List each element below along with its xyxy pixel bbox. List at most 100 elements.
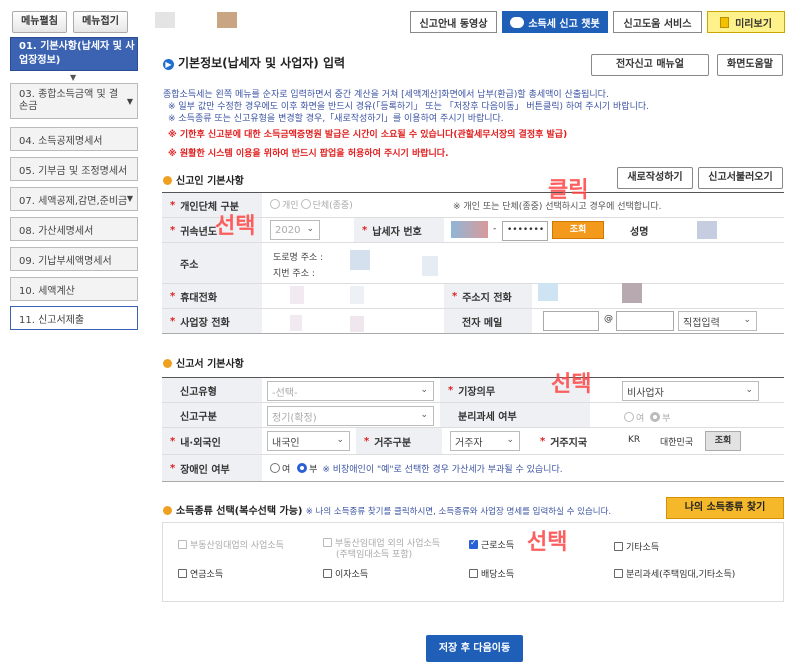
sidebar-item-deduction[interactable]: 04. 소득공제명세서: [10, 127, 138, 151]
year-select[interactable]: 2020 ⌄: [270, 220, 320, 240]
manual-button[interactable]: 전자신고 매뉴얼: [591, 54, 709, 76]
road-address: 도로명 주소 :: [273, 253, 324, 263]
blurred-image: [155, 12, 175, 28]
option-label: 기타소득: [626, 543, 660, 553]
residence-select[interactable]: 거주자 ⌄: [450, 431, 520, 451]
new-write-button[interactable]: 새로작성하기: [617, 167, 693, 189]
section-title-text: 소득종류 선택(복수선택 가능): [176, 506, 303, 517]
email-domain-input[interactable]: [616, 311, 674, 331]
label-text: 전자 메일: [462, 317, 503, 329]
annotation-select: 선택: [551, 372, 592, 397]
chevron-down-icon: ⌄: [306, 224, 314, 234]
sidebar-item-prepaid[interactable]: 09. 기납부세액명세서: [10, 247, 138, 271]
checkbox[interactable]: [178, 569, 187, 578]
region-code: KR: [628, 435, 641, 445]
email-id-input[interactable]: [543, 311, 599, 331]
option-label: 이자소득: [335, 570, 369, 580]
label-text: 성명: [630, 226, 649, 238]
menu-collapse-button[interactable]: 메뉴접기: [73, 11, 128, 33]
label-text: 기장의무: [458, 386, 496, 398]
label-text: 내·외국인: [180, 437, 221, 449]
screen-help-button[interactable]: 화면도움말: [717, 54, 783, 76]
blurred-address: [422, 256, 438, 276]
option-dividend[interactable]: 배당소득: [469, 567, 514, 580]
type-radio-group[interactable]: 개인 단체(종중): [270, 198, 353, 211]
find-income-type-button[interactable]: 나의 소득종류 찾기: [666, 497, 784, 519]
save-next-button[interactable]: 저장 후 다음이동: [426, 635, 523, 662]
bookkeeping-value: 비사업자: [627, 387, 664, 399]
video-guide-button[interactable]: 신고안내 동영상: [410, 11, 497, 33]
report-type-value: -선택-: [272, 387, 298, 399]
report-type-select[interactable]: -선택- ⌄: [267, 381, 434, 401]
help-service-button[interactable]: 신고도움 서비스: [613, 11, 702, 33]
radio-label: 부: [309, 465, 318, 475]
biz-phone-label: * 사업장 전화: [162, 309, 262, 333]
section-title-income: 소득종류 선택(복수선택 가능) ※ 나의 소득종류 찾기를 클릭하시면, 소득…: [163, 502, 611, 517]
separate-tax-radio-group[interactable]: 여 부: [624, 411, 670, 424]
year-value: 2020: [275, 224, 301, 236]
chatbot-button[interactable]: 소득세 신고 챗봇: [502, 11, 608, 33]
checkbox[interactable]: [614, 542, 623, 551]
option-interest[interactable]: 이자소득: [323, 567, 368, 580]
option-other[interactable]: 기타소득: [614, 540, 659, 553]
annotation-select: 선택: [527, 530, 568, 555]
radio-group[interactable]: [300, 199, 311, 209]
blurred-field: [622, 283, 642, 303]
email-domain-value: 직접입력: [683, 317, 720, 329]
sidebar-item-label: 10. 세액계산: [19, 285, 75, 297]
blurred-address: [350, 250, 370, 270]
radio-label: 개인: [282, 201, 299, 211]
nationality-select[interactable]: 내국인 ⌄: [267, 431, 350, 451]
sidebar-item-donation[interactable]: 05. 기부금 및 조정명세서: [10, 157, 138, 181]
option-wage[interactable]: 근로소득: [469, 538, 514, 551]
checkbox[interactable]: [323, 569, 332, 578]
lookup-button[interactable]: 조회: [552, 221, 604, 239]
disabled-radio-group[interactable]: 여 부 ※ 비장애인이 "예"로 선택한 경우 가산세가 부과될 수 있습니다.: [270, 462, 563, 475]
checkbox-checked[interactable]: [469, 538, 478, 549]
sidebar-item-tax-calc[interactable]: 10. 세액계산: [10, 277, 138, 301]
checkbox[interactable]: [323, 538, 332, 547]
option-separate[interactable]: 분리과세(주택임대,기타소득): [614, 567, 735, 580]
load-report-button[interactable]: 신고서불러오기: [698, 167, 783, 189]
radio-personal[interactable]: [270, 199, 280, 209]
option-other-biz[interactable]: 부동산임대업 외의 사업소득 (주택임대소득 포함): [323, 538, 440, 561]
address-label: 주소: [162, 243, 262, 283]
bookkeeping-select[interactable]: 비사업자 ⌄: [622, 381, 759, 401]
chevron-down-icon: ⌄: [745, 385, 753, 395]
sidebar-item-basic-info[interactable]: 01. 기본사항(납세자 및 사업장정보): [10, 37, 138, 71]
label-text: 납세자 번호: [372, 226, 422, 238]
radio-no[interactable]: [297, 463, 308, 473]
section-title-text: 신고인 기본사항: [176, 176, 244, 187]
email-domain-select[interactable]: 직접입력 ⌄: [678, 311, 757, 331]
menu-expand-button[interactable]: 메뉴펼침: [12, 11, 67, 33]
report-category-value: 정기(확정): [272, 412, 317, 424]
radio-yes[interactable]: [270, 463, 280, 473]
sidebar-item-submit[interactable]: 11. 신고서제출: [10, 306, 138, 330]
report-category-select[interactable]: 정기(확정) ⌄: [267, 406, 434, 426]
warning-text: ※ 기한후 신고분에 대한 소득금액증명원 발급은 시간이 소요될 수 있습니다…: [168, 130, 568, 140]
sidebar-item-label: 08. 가산세명세서: [19, 225, 94, 237]
sidebar-item-tax-credit[interactable]: 07. 세액공제,감면,준비금 ▼: [10, 187, 138, 211]
chevron-down-icon: ▼: [126, 97, 133, 106]
sidebar-item-label: 05. 기부금 및 조정명세서: [19, 165, 128, 177]
sidebar-item-label: 09. 기납부세액명세서: [19, 255, 112, 267]
checkbox[interactable]: [469, 569, 478, 578]
lot-address: 지번 주소 :: [273, 269, 315, 279]
label-text: 사업장 전화: [180, 317, 230, 329]
preview-label: 미리보기: [735, 18, 772, 30]
bullet-icon: [163, 506, 172, 515]
checkbox[interactable]: [178, 540, 187, 549]
option-pension[interactable]: 연금소득: [178, 567, 223, 580]
option-real-estate[interactable]: 부동산임대업의 사업소득: [178, 538, 284, 551]
page-title-text: 기본정보(납세자 및 사업자) 입력: [178, 56, 346, 70]
radio-yes[interactable]: [624, 412, 634, 422]
dash-separator: -: [493, 224, 497, 234]
radio-no[interactable]: [650, 412, 661, 422]
taxpayer-no-input[interactable]: •••••••: [502, 221, 548, 241]
sidebar-item-income[interactable]: 03. 종합소득금액 및 결손금 ▼: [10, 83, 138, 119]
checkbox[interactable]: [614, 569, 623, 578]
nationality-label: * 내·외국인: [162, 428, 262, 454]
sidebar-item-penalty[interactable]: 08. 가산세명세서: [10, 217, 138, 241]
preview-button[interactable]: 미리보기: [707, 11, 785, 33]
region-lookup-button[interactable]: 조회: [705, 431, 741, 451]
